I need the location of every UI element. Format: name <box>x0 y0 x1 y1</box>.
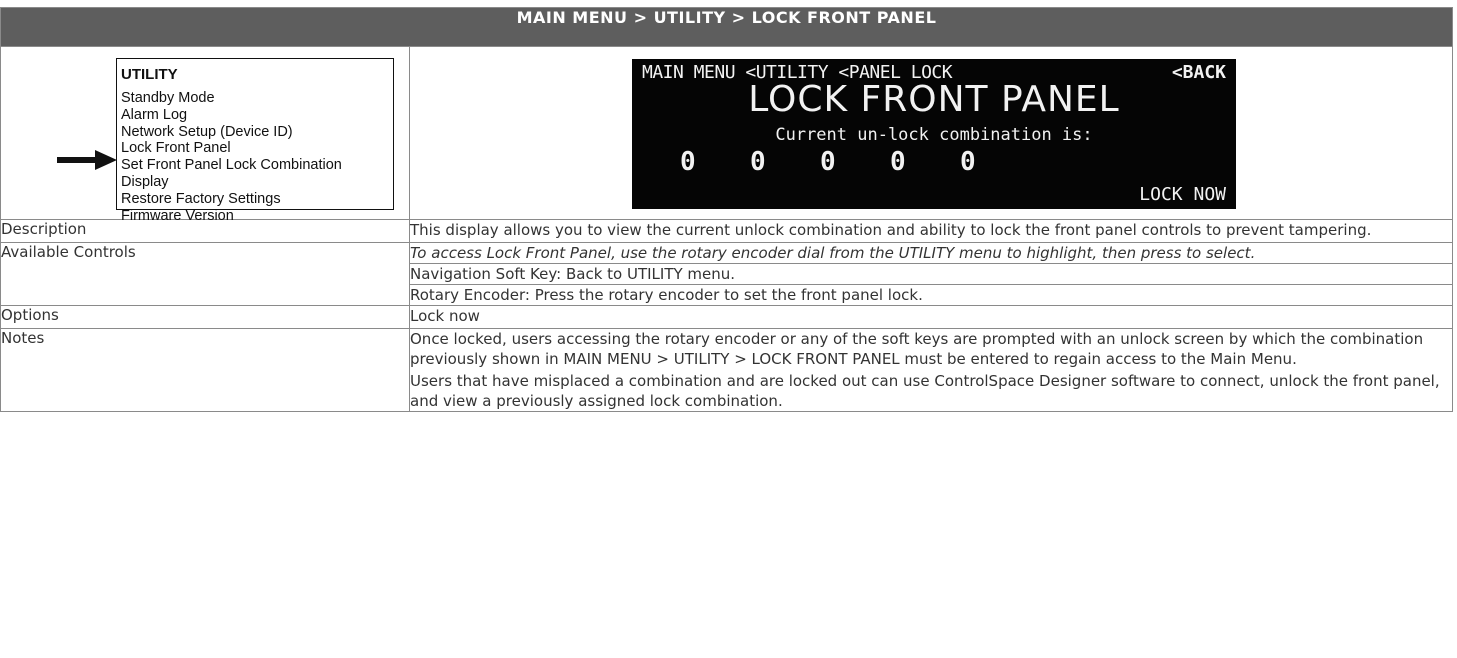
notes-content: Once locked, users accessing the rotary … <box>409 328 1453 412</box>
menu-item-network-setup: Network Setup (Device ID) <box>121 123 293 140</box>
menu-item-standby-mode: Standby Mode <box>121 90 215 106</box>
menu-item-display: Display <box>121 173 169 190</box>
section-header: MAIN MENU > UTILITY > LOCK FRONT PANEL <box>0 7 1453 47</box>
menu-item-alarm-log: Alarm Log <box>121 106 188 123</box>
document-page: MAIN MENU > UTILITY > LOCK FRONT PANEL U… <box>0 0 1457 658</box>
description-text: This display allows you to view the curr… <box>409 219 1453 243</box>
combination-digit-1: 0 <box>680 147 696 177</box>
menu-item-firmware-version: Firmware Version <box>121 207 234 224</box>
combination-digit-3: 0 <box>820 147 836 177</box>
utility-menu-box: UTILITY Standby Mode Alarm Log Network S… <box>116 58 394 224</box>
menu-item-restore-factory-settings: Restore Factory Settings <box>121 190 281 207</box>
lock-front-panel-table: MAIN MENU > UTILITY > LOCK FRONT PANEL U… <box>0 7 1453 412</box>
lcd-screen-cell: MAIN MENU <UTILITY <PANEL LOCK <BACK LOC… <box>409 46 1453 220</box>
controls-access-text: To access Lock Front Panel, use the rota… <box>409 242 1453 264</box>
options-label: Options <box>0 305 410 329</box>
available-controls-label: Available Controls <box>0 242 410 306</box>
menu-item-set-lock-combination: Set Front Panel Lock Combination <box>121 157 342 174</box>
notes-paragraph-1: Once locked, users accessing the rotary … <box>410 330 1424 368</box>
combination-digit-2: 0 <box>750 147 766 177</box>
notes-paragraph-2: Users that have misplaced a combination … <box>410 372 1440 410</box>
controls-encoder-text: Rotary Encoder: Press the rotary encoder… <box>409 284 1453 306</box>
lcd-lock-now-label: LOCK NOW <box>1139 184 1226 205</box>
lcd-subtitle: Current un-lock combination is: <box>775 125 1093 145</box>
utility-menu-cell: UTILITY Standby Mode Alarm Log Network S… <box>0 46 410 224</box>
options-text: Lock now <box>409 305 1453 329</box>
lcd-title: LOCK FRONT PANEL <box>748 79 1120 120</box>
arrow-right-icon <box>57 150 117 170</box>
menu-item-lock-front-panel: Lock Front Panel <box>121 140 231 157</box>
combination-digit-4: 0 <box>890 147 906 177</box>
controls-soft-key-text: Navigation Soft Key: Back to UTILITY men… <box>409 263 1453 285</box>
utility-menu-title: UTILITY <box>121 66 178 83</box>
lcd-screen: MAIN MENU <UTILITY <PANEL LOCK <BACK LOC… <box>632 59 1236 209</box>
notes-label: Notes <box>0 328 410 412</box>
combination-digit-5: 0 <box>960 147 976 177</box>
lcd-combination: 0 0 0 0 0 <box>680 147 1030 177</box>
